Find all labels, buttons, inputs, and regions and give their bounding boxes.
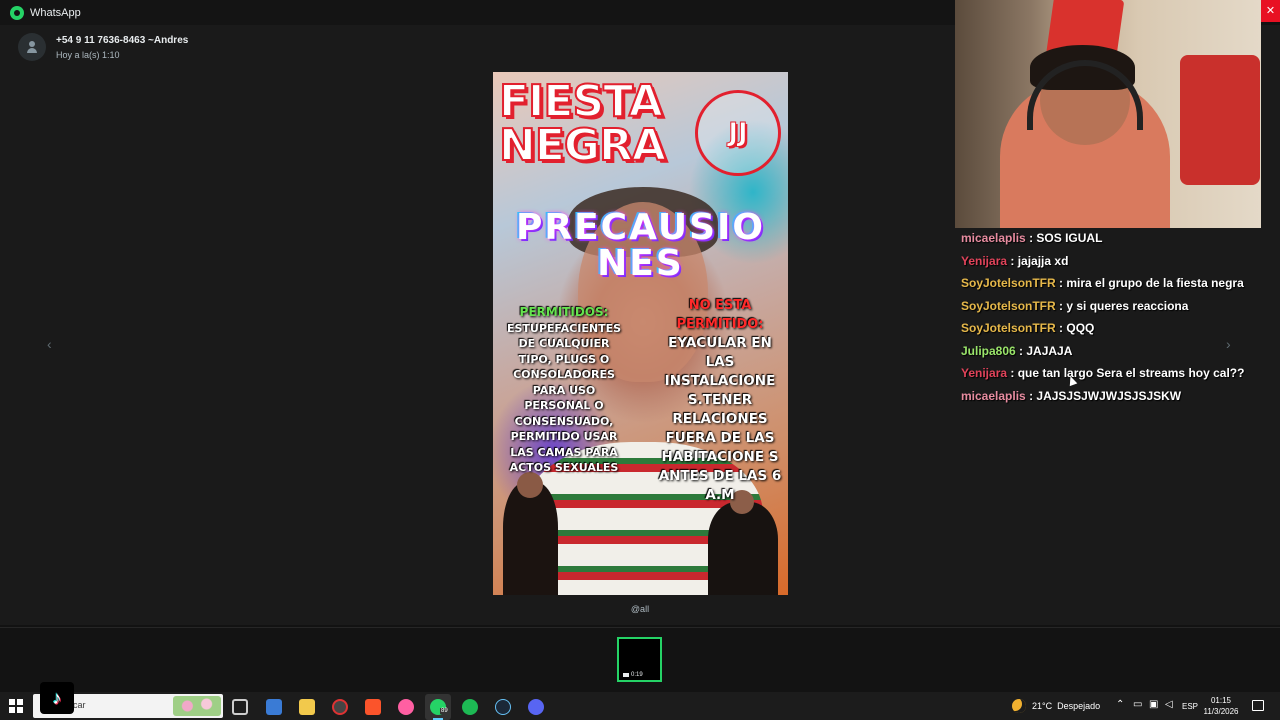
chat-message: micaelaplis : SOS IGUAL <box>961 231 1261 254</box>
weather-widget[interactable]: 21°C Despejado <box>1032 692 1100 720</box>
tray-chevron-up-icon[interactable]: ⌃ <box>1116 699 1124 710</box>
taskbar-search-text: car <box>73 700 86 710</box>
clock-time: 01:15 <box>1210 696 1232 705</box>
media-caption: @all <box>630 604 650 614</box>
chat-text: : que tan largo Sera el streams hoy cal?… <box>1010 366 1245 380</box>
screen: WhatsApp +54 9 11 7636-8463 ~Andres Hoy … <box>0 0 1280 720</box>
notifications-icon[interactable] <box>1252 700 1264 711</box>
chat-text: : y si queres reacciona <box>1059 298 1189 313</box>
stream-chat: micaelaplis : SOS IGUAL Yenijara : jajajj… <box>961 231 1261 411</box>
sender-time: Hoy a la(s) 1:10 <box>56 49 120 60</box>
file-explorer-icon[interactable] <box>299 699 315 715</box>
poster-heading-line2: NES <box>597 243 684 284</box>
chat-text: : JAJSJSJWJWJSJSJSKW <box>1029 388 1182 403</box>
media-image: FIESTA NEGRA JJ PRECAUSIO NES PERMITIDOS… <box>493 72 788 595</box>
thumbnail-duration-text: 0:19 <box>631 672 643 678</box>
poster-forbidden-text: EYACULAR EN LAS INSTALACIONE S.TENER REL… <box>658 335 782 503</box>
video-camera-icon <box>623 673 629 677</box>
chat-message: Yenijara : que tan largo Sera el streams… <box>961 366 1261 389</box>
chat-text: : mira el grupo de la fiesta negra <box>1059 276 1244 290</box>
sender-name: +54 9 11 7636-8463 ~Andres <box>56 34 189 46</box>
taskbar-clock[interactable]: 01:15 11/3/2026 <box>1200 695 1242 717</box>
spotify-icon[interactable] <box>462 699 478 715</box>
chat-username: micaelaplis <box>961 388 1026 403</box>
chat-username: SoyJotelsonTFR <box>961 298 1056 313</box>
chat-username: Yenijara <box>961 253 1008 268</box>
chat-message: micaelaplis : JAJSJSJWJWJSJSJSKW <box>961 389 1261 412</box>
whatsapp-logo-icon <box>10 5 24 20</box>
chat-message: Julipa806 : JAJAJA <box>961 344 1261 367</box>
tray-device-icon[interactable]: ▭ <box>1133 699 1142 710</box>
poster-title: FIESTA NEGRA <box>498 76 667 171</box>
chat-message: SoyJotelsonTFR : y si queres reacciona <box>961 299 1261 322</box>
chat-text: : JAJAJA <box>1019 343 1073 358</box>
clock-date: 11/3/2026 <box>1203 707 1239 716</box>
close-icon[interactable]: ✕ <box>1261 0 1280 22</box>
chat-message: Yenijara : jajajja xd <box>961 254 1261 277</box>
poster-allowed: PERMITIDOS: ESTUPEFACIENTES DE CUALQUIER… <box>503 305 625 476</box>
weather-text: Despejado <box>1057 701 1101 711</box>
tiktok-icon[interactable]: ♪ <box>40 682 74 714</box>
windows-start-icon[interactable] <box>9 699 23 713</box>
brave-browser-icon[interactable] <box>365 699 381 715</box>
thumbnail-duration: 0:19 <box>623 672 643 678</box>
chat-username: SoyJotelsonTFR <box>961 321 1056 335</box>
app-pink-icon[interactable] <box>398 699 414 715</box>
window-title: WhatsApp <box>30 6 81 19</box>
whatsapp-unread-badge: 89 <box>440 708 449 714</box>
language-indicator[interactable]: ESP <box>1182 692 1198 720</box>
poster-forbidden-title: NO ESTA PERMITIDO: <box>676 298 764 332</box>
poster-allowed-title: PERMITIDOS: <box>519 305 609 319</box>
chat-text: : QQQ <box>1059 321 1095 335</box>
store-icon[interactable] <box>266 699 282 715</box>
network-icon[interactable]: ▣ <box>1149 699 1158 710</box>
poster-person-right <box>708 490 778 595</box>
poster-person-left <box>503 472 558 595</box>
chat-message: SoyJotelsonTFR : QQQ <box>961 321 1261 344</box>
media-thumbnail-strip: 0:19 <box>0 627 1280 692</box>
poster-badge-text: JJ <box>728 118 748 149</box>
chat-message: SoyJotelsonTFR : mira el grupo de la fie… <box>961 276 1261 299</box>
poster-title-line2: NEGRA <box>498 120 667 171</box>
chat-username: Yenijara <box>961 366 1008 380</box>
whatsapp-titlebar: WhatsApp <box>0 0 955 25</box>
weather-moon-icon[interactable] <box>1012 699 1026 713</box>
media-thumbnail[interactable]: 0:19 <box>617 637 662 682</box>
poster-badge: JJ <box>695 90 781 176</box>
weather-temp: 21°C <box>1032 701 1053 711</box>
task-view-icon[interactable] <box>232 699 248 715</box>
obs-icon[interactable] <box>332 699 348 715</box>
chat-username: micaelaplis <box>961 231 1026 245</box>
search-highlight-image <box>173 696 221 716</box>
poster-allowed-text: ESTUPEFACIENTES DE CUALQUIER TIPO, PLUGS… <box>506 321 622 475</box>
sender-info[interactable]: +54 9 11 7636-8463 ~Andres Hoy a la(s) 1… <box>18 33 188 61</box>
discord-icon[interactable] <box>528 699 544 715</box>
volume-icon[interactable]: ◁ <box>1165 699 1173 710</box>
avatar-icon[interactable] <box>18 33 46 61</box>
chat-text: : jajajja xd <box>1010 253 1069 268</box>
webcam-jersey <box>1180 55 1260 185</box>
steam-icon[interactable] <box>495 699 511 715</box>
prev-media-icon[interactable]: ‹ <box>47 336 52 352</box>
chat-text: : SOS IGUAL <box>1029 231 1103 245</box>
chat-username: SoyJotelsonTFR <box>961 276 1056 290</box>
poster-heading-line1: PRECAUSIO <box>515 207 766 248</box>
poster-heading: PRECAUSIO NES <box>493 210 788 282</box>
stream-webcam <box>955 0 1261 228</box>
chat-username: Julipa806 <box>961 343 1016 358</box>
poster-title-line1: FIESTA <box>498 76 664 127</box>
poster-forbidden: NO ESTA PERMITIDO: EYACULAR EN LAS INSTA… <box>658 296 782 505</box>
